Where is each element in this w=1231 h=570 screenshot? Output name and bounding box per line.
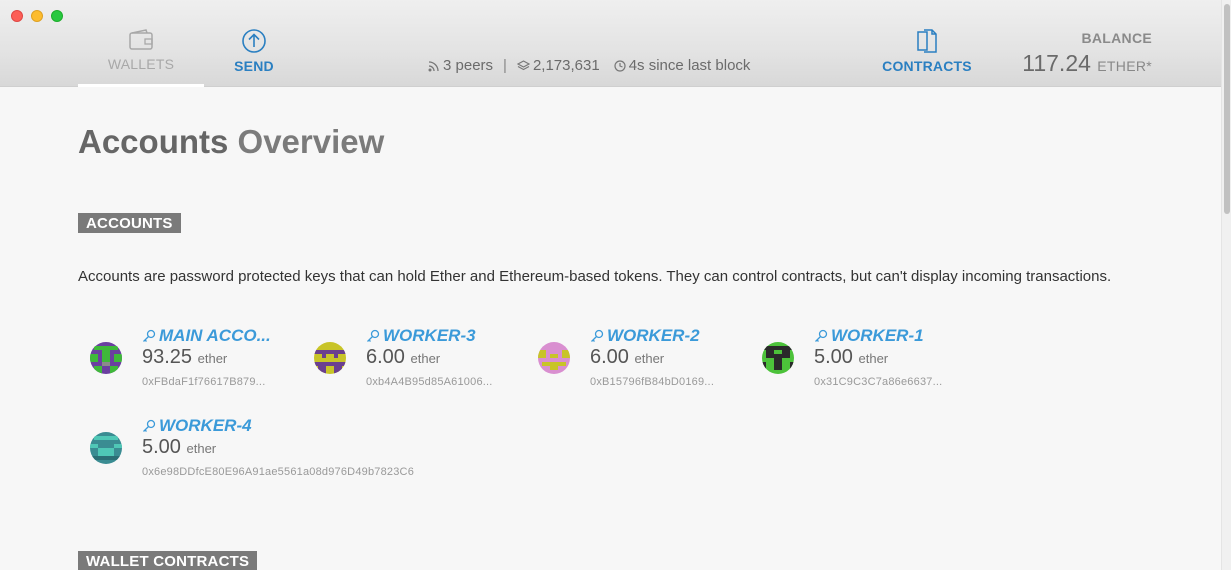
account-address: 0xFBdaF1f76617B879... — [142, 376, 266, 388]
account-address: 0x6e98DDfcE80E96A91ae5561a08d976D49b7823… — [142, 466, 415, 478]
account-balance: 93.25 ether — [142, 346, 227, 369]
window-zoom-button[interactable] — [51, 10, 63, 22]
nav-contracts-label: CONTRACTS — [882, 58, 972, 74]
network-status: 3 peers | 2,173,631 4s since last block — [428, 57, 750, 74]
signal-icon — [428, 60, 439, 71]
balance-unit: ETHER* — [1097, 58, 1152, 74]
account-address: 0x31C9C3C7a86e6637... — [814, 376, 943, 388]
app-header: WALLETS SEND 3 peers | 2,173,631 4s sinc… — [0, 0, 1231, 87]
account-amount: 6.00 — [366, 346, 405, 368]
account-identicon — [314, 342, 346, 374]
account-amount: 5.00 — [142, 436, 181, 458]
account-item-main[interactable]: MAIN ACCO... 93.25 ether 0xFBdaF1f76617B… — [78, 326, 288, 396]
account-identicon — [762, 342, 794, 374]
account-unit: ether — [186, 441, 217, 456]
nav-send-tab[interactable]: SEND — [214, 28, 294, 87]
account-identicon — [90, 342, 122, 374]
account-amount: 5.00 — [814, 346, 853, 368]
documents-icon — [917, 29, 937, 53]
account-unit: ether — [197, 351, 228, 366]
balance-value: 117.24 — [1022, 50, 1091, 76]
page-title-strong: Accounts — [78, 123, 229, 160]
vertical-scrollbar[interactable] — [1221, 0, 1231, 570]
accounts-section-header: ACCOUNTS — [78, 213, 181, 233]
key-icon — [591, 329, 604, 342]
scrollbar-thumb[interactable] — [1224, 4, 1230, 214]
account-name-text: WORKER-3 — [383, 326, 476, 345]
status-separator: | — [503, 57, 507, 74]
key-icon — [143, 419, 156, 432]
account-name-text: MAIN ACCO... — [159, 326, 271, 345]
accounts-description: Accounts are password protected keys tha… — [78, 268, 1112, 285]
account-name-text: WORKER-1 — [831, 326, 924, 345]
account-item-worker-1[interactable]: WORKER-1 5.00 ether 0x31C9C3C7a86e6637..… — [750, 326, 960, 396]
account-address: 0xb4A4B95d85A61006... — [366, 376, 493, 388]
nav-wallets-tab[interactable]: WALLETS — [78, 28, 204, 87]
account-item-worker-3[interactable]: WORKER-3 6.00 ether 0xb4A4B95d85A61006..… — [302, 326, 512, 396]
account-item-worker-4[interactable]: WORKER-4 5.00 ether 0x6e98DDfcE80E96A91a… — [78, 416, 418, 486]
account-name-text: WORKER-2 — [607, 326, 700, 345]
key-icon — [143, 329, 156, 342]
nav-contracts-tab[interactable]: CONTRACTS — [872, 28, 982, 87]
account-name[interactable]: WORKER-1 — [814, 326, 924, 346]
balance-label: BALANCE — [1081, 30, 1152, 46]
page-title-light: Overview — [237, 123, 385, 160]
account-amount: 6.00 — [590, 346, 629, 368]
wallet-icon — [129, 29, 153, 50]
peers-count: 3 peers — [443, 57, 494, 74]
key-icon — [367, 329, 380, 342]
account-item-worker-2[interactable]: WORKER-2 6.00 ether 0xB15796fB84bD0169..… — [526, 326, 736, 396]
arrow-up-circle-icon — [242, 29, 266, 53]
account-identicon — [90, 432, 122, 464]
clock-icon — [614, 59, 626, 72]
account-name[interactable]: MAIN ACCO... — [142, 326, 271, 346]
account-balance: 6.00 ether — [590, 346, 664, 369]
account-unit: ether — [634, 351, 665, 366]
account-balance: 5.00 ether — [142, 436, 216, 459]
block-number: 2,173,631 — [532, 57, 600, 74]
account-address: 0xB15796fB84bD0169... — [590, 376, 715, 388]
layers-icon — [516, 59, 530, 70]
wallet-contracts-section-header: WALLET CONTRACTS — [78, 551, 258, 570]
window-close-button[interactable] — [11, 10, 23, 22]
account-balance: 6.00 ether — [366, 346, 440, 369]
nav-wallets-label: WALLETS — [107, 56, 175, 72]
account-unit: ether — [858, 351, 889, 366]
balance-value-row: 117.24 ETHER* — [1022, 50, 1152, 77]
account-amount: 93.25 — [142, 346, 193, 368]
account-name[interactable]: WORKER-4 — [142, 416, 252, 436]
account-name[interactable]: WORKER-2 — [590, 326, 700, 346]
page-title: Accounts Overview — [78, 123, 384, 161]
nav-send-label: SEND — [234, 58, 274, 74]
balance-display: BALANCE 117.24 ETHER* — [1022, 30, 1152, 77]
account-name-text: WORKER-4 — [159, 416, 252, 435]
account-balance: 5.00 ether — [814, 346, 888, 369]
window-minimize-button[interactable] — [31, 10, 43, 22]
account-unit: ether — [410, 351, 441, 366]
account-name[interactable]: WORKER-3 — [366, 326, 476, 346]
last-block-time: 4s since last block — [628, 57, 751, 74]
key-icon — [815, 329, 828, 342]
account-identicon — [538, 342, 570, 374]
